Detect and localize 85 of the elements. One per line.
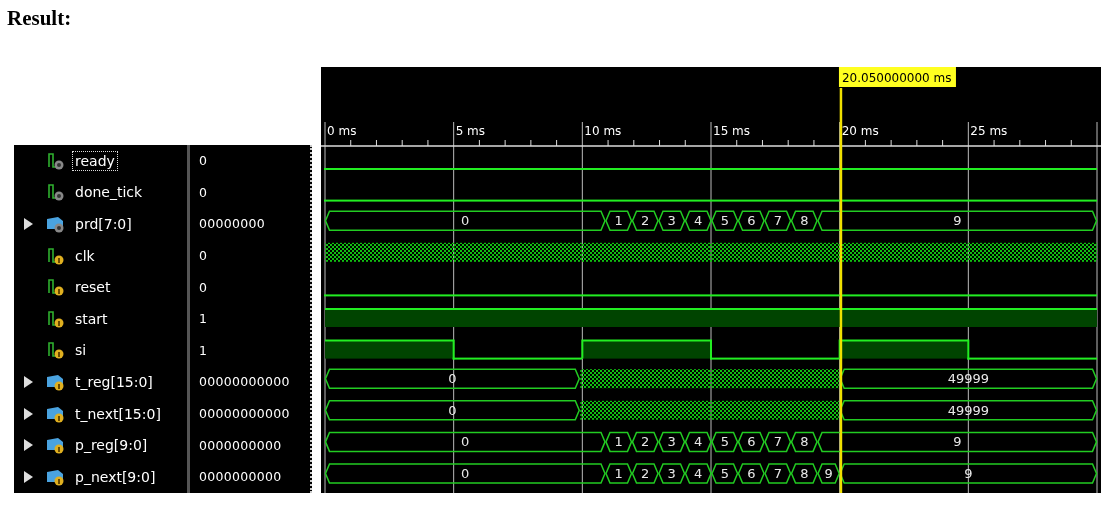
signal-value: 1 bbox=[199, 342, 208, 358]
expand-arrow-icon[interactable] bbox=[23, 439, 33, 452]
bus-value: 5 bbox=[720, 213, 729, 229]
bus-segment bbox=[684, 210, 712, 231]
time-label: 5 ms bbox=[455, 124, 486, 138]
bus-segment bbox=[737, 431, 765, 453]
bus-value: 6 bbox=[747, 213, 756, 229]
signal-name[interactable]: clk bbox=[72, 245, 98, 266]
bus-value: 5 bbox=[720, 466, 729, 481]
bus-segment bbox=[711, 463, 739, 484]
bus-segment bbox=[711, 210, 739, 231]
signal-name[interactable]: prd[7:0] bbox=[72, 214, 135, 234]
bus-value: 6 bbox=[747, 466, 756, 481]
bus-value: 5 bbox=[720, 434, 729, 450]
bus-value: 3 bbox=[667, 434, 676, 450]
signal-value: 1 bbox=[199, 311, 208, 327]
bus-segment bbox=[658, 463, 686, 484]
bus-value: 7 bbox=[773, 213, 782, 229]
bus-value: 2 bbox=[641, 434, 650, 450]
signal-name[interactable]: done_tick bbox=[72, 182, 146, 203]
signal-value: 00000000 bbox=[199, 216, 266, 232]
bus-segment bbox=[631, 431, 659, 453]
time-label: 25 ms bbox=[970, 124, 1008, 138]
bus-value: 4 bbox=[694, 466, 703, 481]
signal-name[interactable]: p_reg[9:0] bbox=[72, 435, 151, 456]
bus-value: 8 bbox=[800, 466, 809, 481]
signal-name[interactable]: ready bbox=[72, 150, 118, 171]
bus-segment bbox=[764, 463, 792, 484]
expand-arrow-icon[interactable] bbox=[23, 375, 33, 388]
signal-name[interactable]: start bbox=[72, 308, 111, 329]
bus-segment bbox=[658, 431, 686, 453]
signal-name[interactable]: t_reg[15:0] bbox=[72, 371, 156, 392]
signal-value: 00000000000 bbox=[199, 406, 290, 422]
bus-value: 0 bbox=[461, 466, 470, 481]
expand-arrow-icon[interactable] bbox=[23, 218, 33, 230]
bus-segment bbox=[658, 210, 686, 231]
signal-name[interactable]: p_next[9:0] bbox=[72, 466, 159, 487]
signal-value: 00000000000 bbox=[199, 374, 290, 390]
bus-segment bbox=[790, 463, 818, 484]
bus-segment bbox=[764, 431, 792, 453]
time-label: 20 ms bbox=[841, 124, 879, 138]
time-label: 10 ms bbox=[584, 124, 622, 138]
bus-value: 9 bbox=[953, 434, 962, 450]
bus-segment bbox=[631, 463, 659, 484]
signal-name[interactable]: si bbox=[72, 340, 90, 361]
bus-value: 9 bbox=[953, 213, 962, 229]
bus-segment bbox=[764, 210, 792, 231]
bus-value: 4 bbox=[694, 213, 703, 229]
cursor-line[interactable] bbox=[839, 88, 843, 493]
bus-value: 6 bbox=[747, 434, 756, 450]
bus-value: 7 bbox=[773, 466, 782, 481]
bus-segment bbox=[737, 463, 765, 484]
bus-value: 7 bbox=[773, 434, 782, 450]
bus-segment bbox=[631, 210, 659, 231]
bus-segment bbox=[684, 431, 712, 453]
bus-value: 0 bbox=[461, 213, 470, 229]
bus-value: 0 bbox=[461, 434, 470, 450]
bus-segment bbox=[711, 431, 739, 453]
bus-segment bbox=[684, 463, 712, 484]
signal-name[interactable]: t_next[15:0] bbox=[72, 403, 164, 424]
bus-value: 8 bbox=[800, 434, 809, 450]
bus-value: 1 bbox=[614, 213, 623, 229]
cursor-time-label: 20.050000000 ms bbox=[838, 67, 956, 87]
bus-value: 2 bbox=[641, 466, 650, 481]
bus-value: 1 bbox=[614, 466, 623, 481]
bus-value: 3 bbox=[667, 213, 676, 229]
bus-value: 9 bbox=[824, 466, 833, 481]
bus-value: 4 bbox=[694, 434, 703, 450]
bus-value: 8 bbox=[800, 213, 809, 229]
signal-value: 0 bbox=[199, 248, 208, 264]
signal-name[interactable]: reset bbox=[72, 277, 114, 298]
heading: Result: bbox=[6, 5, 73, 32]
bus-value: 3 bbox=[667, 466, 676, 481]
signal-value: 0000000000 bbox=[199, 469, 282, 485]
bus-value: 2 bbox=[641, 213, 650, 229]
expand-arrow-icon[interactable] bbox=[23, 407, 33, 420]
signal-value: 0 bbox=[199, 153, 208, 169]
expand-arrow-icon[interactable] bbox=[23, 470, 33, 483]
bus-value: 1 bbox=[614, 434, 623, 450]
signal-value: 0000000000 bbox=[199, 437, 282, 453]
bus-segment bbox=[737, 210, 765, 231]
signal-value: 0 bbox=[199, 184, 208, 200]
signal-value: 0 bbox=[199, 279, 208, 295]
time-label: 15 ms bbox=[713, 124, 751, 138]
time-label: 0 ms bbox=[327, 124, 357, 138]
